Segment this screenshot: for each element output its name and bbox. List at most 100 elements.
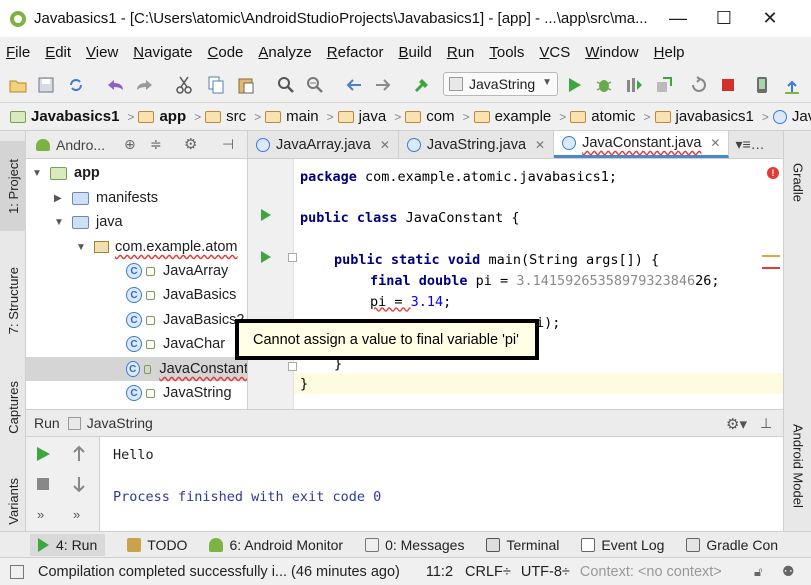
tree-node-package[interactable]: ▼ com.example.atom — [76, 235, 238, 259]
sync-icon[interactable] — [66, 75, 86, 95]
tab-messages[interactable]: 0: Messages — [365, 537, 464, 553]
forward-icon[interactable] — [373, 75, 393, 95]
run-console-output[interactable]: Hello Process finished with exit code 0 — [100, 437, 783, 531]
cut-icon[interactable] — [174, 75, 194, 95]
breadcrumb-item[interactable]: com > — [405, 108, 470, 125]
tab-run[interactable]: 4: Run — [30, 533, 106, 556]
run-class-icon[interactable] — [261, 209, 271, 221]
inspector-icon[interactable]: ⚉ — [782, 563, 795, 580]
collapse-all-icon[interactable]: ≑ — [150, 136, 162, 153]
tab-android-model[interactable]: Android Model — [784, 401, 811, 531]
find-icon[interactable] — [276, 75, 296, 95]
breadcrumb-item[interactable]: java > — [337, 108, 401, 125]
close-icon[interactable]: ✕ — [380, 138, 390, 152]
menu-navigate[interactable]: Navigate — [133, 44, 192, 61]
tab-captures[interactable]: Captures — [0, 367, 26, 447]
gear-icon[interactable]: ⚙▾ — [726, 415, 747, 433]
lock-icon[interactable]: 🔓︎ — [754, 564, 762, 580]
profile-icon[interactable] — [624, 75, 644, 95]
breadcrumb-item[interactable]: src > — [205, 108, 261, 125]
hide-panel-icon[interactable]: ⊣ — [222, 136, 234, 153]
breadcrumb-item[interactable]: JavaC — [772, 108, 811, 125]
menu-run[interactable]: Run — [447, 44, 475, 61]
undo-icon[interactable] — [106, 75, 126, 95]
run-icon[interactable] — [564, 75, 584, 95]
project-view-select[interactable]: Andro... — [56, 137, 105, 153]
tabs-overflow-menu[interactable]: ▾≡… — [729, 131, 770, 158]
stop-icon[interactable] — [718, 75, 738, 95]
breadcrumb-item[interactable]: javabasics1 > — [654, 108, 769, 125]
tree-node-class[interactable]: C JavaBasics — [126, 283, 236, 307]
run-panel-config[interactable]: JavaString — [87, 415, 153, 431]
error-marker[interactable] — [762, 267, 780, 269]
tree-node-class-selected[interactable]: C JavaConstant — [26, 357, 247, 381]
tree-node-java[interactable]: ▼ java — [54, 210, 123, 234]
gear-icon[interactable]: ⚙ — [184, 135, 197, 153]
menu-build[interactable]: Build — [398, 44, 431, 61]
tree-node-manifests[interactable]: ▶ manifests — [54, 186, 158, 210]
fold-icon[interactable] — [288, 253, 297, 262]
tab-android-monitor[interactable]: 6: Android Monitor — [209, 537, 343, 553]
menu-view[interactable]: View — [86, 44, 118, 61]
tree-node-class[interactable]: C JavaString — [126, 381, 232, 405]
menu-edit[interactable]: Edit — [45, 44, 71, 61]
menu-tools[interactable]: Tools — [489, 44, 524, 61]
tab-event-log[interactable]: Event Log — [581, 537, 664, 553]
menu-vcs[interactable]: VCS — [539, 44, 570, 61]
apply-changes-icon[interactable] — [688, 75, 708, 95]
tree-node-class[interactable]: C JavaArray — [126, 259, 228, 283]
breadcrumb-item[interactable]: example > — [473, 108, 566, 125]
tab-structure[interactable]: 7: Structure — [0, 251, 26, 351]
menu-file[interactable]: File — [6, 44, 30, 61]
tab-javaarray[interactable]: JavaArray.java ✕ — [248, 131, 399, 158]
more-actions-icon[interactable]: » — [73, 507, 80, 522]
menu-help[interactable]: Help — [654, 44, 685, 61]
file-encoding[interactable]: UTF-8÷ — [521, 564, 570, 580]
maximize-button[interactable]: ☐ — [701, 0, 747, 37]
tab-todo[interactable]: TODO — [127, 537, 187, 553]
scroll-up-icon[interactable] — [72, 445, 86, 468]
stop-icon[interactable] — [36, 477, 50, 496]
avd-manager-icon[interactable] — [752, 75, 772, 95]
tree-node-app[interactable]: ▼ app — [32, 161, 100, 185]
code-editor[interactable]: ! package com.example.atomic.javabasics1… — [248, 159, 783, 409]
paste-icon[interactable] — [236, 75, 256, 95]
close-window-button[interactable]: ✕ — [747, 0, 793, 37]
open-folder-icon[interactable] — [8, 75, 28, 95]
menu-refactor[interactable]: Refactor — [327, 44, 384, 61]
sdk-manager-icon[interactable] — [782, 75, 802, 95]
debug-icon[interactable] — [594, 75, 614, 95]
menu-window[interactable]: Window — [585, 44, 638, 61]
scroll-from-source-icon[interactable]: ⊕ — [124, 136, 136, 153]
hide-panel-icon[interactable]: ⊥ — [760, 415, 772, 432]
copy-icon[interactable] — [206, 75, 226, 95]
status-message[interactable]: Compilation completed successfully i... … — [38, 564, 400, 580]
tab-javaconstant[interactable]: JavaConstant.java ✕ — [554, 131, 730, 158]
make-project-icon[interactable] — [412, 75, 432, 95]
attach-debugger-icon[interactable] — [654, 75, 674, 95]
breadcrumb-item[interactable]: atomic > — [570, 108, 651, 125]
redo-icon[interactable] — [134, 75, 154, 95]
tab-gradle-console[interactable]: Gradle Con — [686, 537, 778, 553]
close-icon[interactable]: ✕ — [710, 136, 720, 150]
run-main-icon[interactable] — [261, 251, 271, 263]
rerun-icon[interactable] — [35, 445, 51, 468]
menu-analyze[interactable]: Analyze — [258, 44, 311, 61]
breadcrumb-item[interactable]: main > — [265, 108, 334, 125]
caret-position[interactable]: 11:2 — [426, 564, 453, 580]
tab-javastring[interactable]: JavaString.java ✕ — [399, 131, 555, 158]
tab-gradle[interactable]: Gradle — [784, 143, 811, 223]
tab-build-variants[interactable]: Variants — [0, 471, 26, 531]
menu-code[interactable]: Code — [208, 44, 244, 61]
replace-icon[interactable] — [305, 75, 325, 95]
breadcrumb-item[interactable]: Javabasics1 > — [10, 108, 134, 125]
save-all-icon[interactable] — [36, 75, 56, 95]
back-icon[interactable] — [344, 75, 364, 95]
toggle-tool-windows-icon[interactable] — [10, 564, 24, 579]
more-actions-icon[interactable]: » — [37, 507, 44, 522]
breadcrumb-item[interactable]: app > — [138, 108, 201, 125]
tab-terminal[interactable]: Terminal — [486, 537, 559, 553]
fold-icon[interactable] — [288, 362, 297, 371]
tree-node-class[interactable]: C JavaChar — [126, 332, 225, 356]
line-separator[interactable]: CRLF÷ — [465, 564, 511, 580]
